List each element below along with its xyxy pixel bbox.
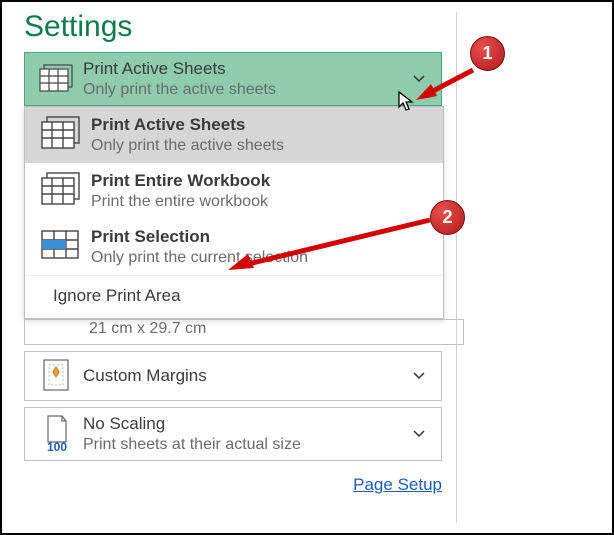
sheets-icon [35, 171, 87, 207]
print-what-selector[interactable]: Print Active Sheets Only print the activ… [24, 52, 442, 106]
margins-selector[interactable]: Custom Margins [24, 351, 442, 401]
settings-panel: Print Active Sheets Only print the activ… [24, 52, 442, 106]
scaling-selector[interactable]: 100 No Scaling Print sheets at their act… [24, 407, 442, 461]
arrow-annotation [220, 212, 440, 292]
dropdown-item-sub: Print the entire workbook [91, 193, 433, 211]
paper-size-selector[interactable]: 21 cm x 29.7 cm [24, 319, 464, 345]
dropdown-item-title: Print Entire Workbook [91, 171, 433, 191]
dropdown-item-active-sheets[interactable]: Print Active Sheets Only print the activ… [25, 107, 443, 163]
page-setup-row: Page Setup [24, 475, 442, 495]
dropdown-item-title: Print Active Sheets [91, 115, 433, 135]
dropdown-item-sub: Only print the active sheets [91, 137, 433, 155]
margins-icon [35, 358, 79, 394]
margins-title: Custom Margins [83, 366, 413, 386]
chevron-down-icon [413, 430, 425, 438]
scaling-sub: Print sheets at their actual size [83, 436, 413, 454]
dropdown-item-entire-workbook[interactable]: Print Entire Workbook Print the entire w… [25, 163, 443, 219]
print-what-sub: Only print the active sheets [83, 81, 413, 99]
callout-badge-1: 1 [470, 36, 505, 71]
selection-icon [35, 227, 87, 263]
scaling-badge: 100 [47, 440, 67, 454]
scaling-icon: 100 [35, 414, 79, 454]
arrow-annotation [413, 62, 483, 112]
paper-size-sub: 21 cm x 29.7 cm [89, 320, 206, 338]
settings-heading: Settings [24, 10, 612, 44]
page-setup-link[interactable]: Page Setup [353, 475, 442, 494]
print-what-title: Print Active Sheets [83, 59, 413, 79]
scaling-title: No Scaling [83, 414, 413, 434]
callout-badge-2: 2 [430, 200, 465, 235]
chevron-down-icon [413, 372, 425, 380]
sheets-icon [35, 63, 79, 95]
sheets-icon [35, 115, 87, 151]
